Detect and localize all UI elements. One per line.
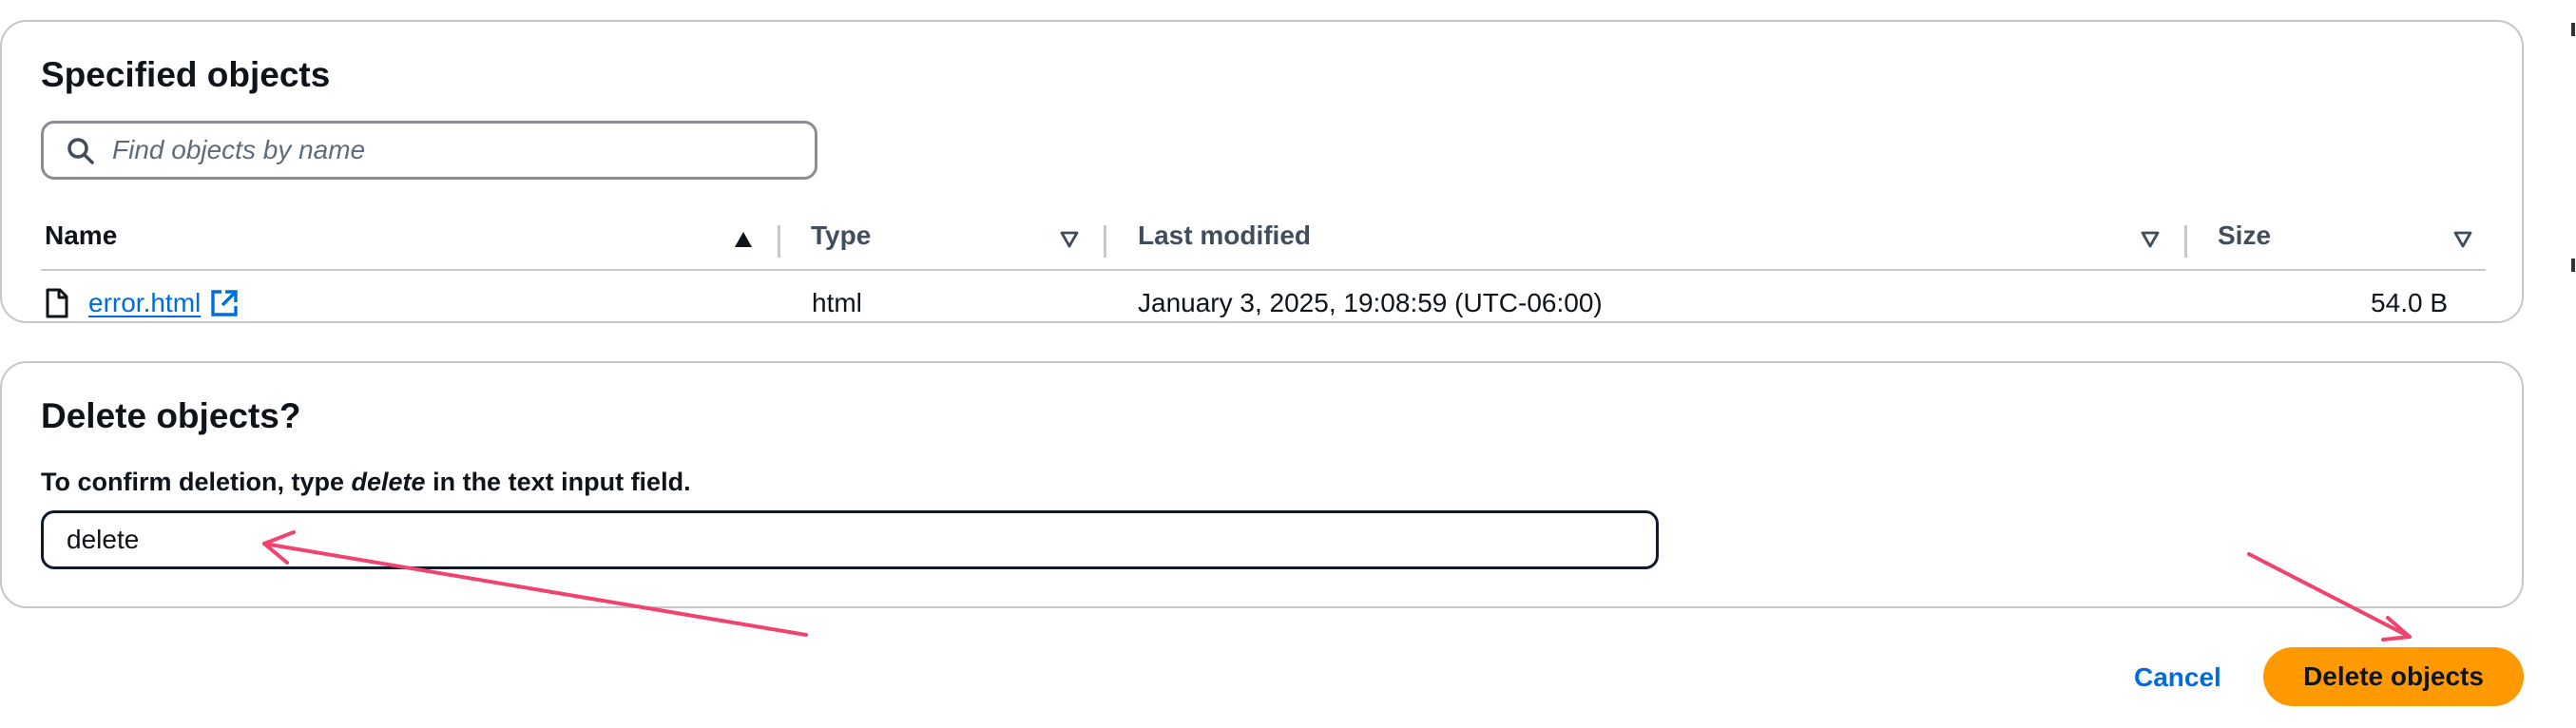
external-link-icon[interactable] <box>210 289 239 317</box>
sort-ascending-icon[interactable] <box>734 231 753 248</box>
column-header-label: Size <box>2218 220 2272 250</box>
edge-mark <box>2571 259 2575 272</box>
search-icon <box>67 138 94 164</box>
last-modified-cell: January 3, 2025, 19:08:59 (UTC-06:00) <box>1138 288 1603 317</box>
object-link[interactable]: error.html <box>88 288 201 318</box>
table-row: error.html html January 3, 2025, 19:08:5… <box>41 273 2486 334</box>
table-header: Name Type Last modified Size <box>41 202 2486 271</box>
column-divider[interactable] <box>2184 225 2187 258</box>
cancel-button[interactable]: Cancel <box>2115 656 2240 699</box>
column-divider[interactable] <box>778 225 780 258</box>
panel-title: Specified objects <box>41 55 331 94</box>
confirm-label: To confirm deletion, type delete in the … <box>41 468 691 497</box>
confirm-delete-input[interactable] <box>41 510 1659 569</box>
column-divider[interactable] <box>1104 225 1106 258</box>
sort-descending-icon[interactable] <box>1060 231 1079 248</box>
panel-title: Delete objects? <box>41 396 301 435</box>
size-cell: 54.0 B <box>2371 288 2448 317</box>
sort-descending-icon[interactable] <box>2453 231 2472 248</box>
column-header-label: Type <box>811 220 872 250</box>
confirm-label-suffix: in the text input field. <box>425 468 691 496</box>
column-header-last-modified[interactable]: Last modified <box>1138 202 1311 269</box>
type-cell: html <box>812 288 862 317</box>
sort-descending-icon[interactable] <box>2141 231 2160 248</box>
confirm-label-prefix: To confirm deletion, type <box>41 468 352 496</box>
column-header-label: Name <box>45 220 118 250</box>
page: Specified objects Name Type <box>0 0 2576 728</box>
specified-objects-panel: Specified objects Name Type <box>0 20 2524 323</box>
column-header-type[interactable]: Type <box>811 202 871 269</box>
column-header-size[interactable]: Size <box>2218 202 2271 269</box>
column-header-label: Last modified <box>1138 220 1312 250</box>
search-input[interactable] <box>112 124 797 177</box>
column-header-name[interactable]: Name <box>45 202 117 269</box>
name-cell: error.html <box>45 273 239 334</box>
edge-mark <box>2571 23 2575 36</box>
search-box[interactable] <box>41 121 817 180</box>
delete-objects-button[interactable]: Delete objects <box>2263 647 2524 706</box>
delete-objects-panel: Delete objects? To confirm deletion, typ… <box>0 361 2524 608</box>
confirm-keyword: delete <box>351 468 426 496</box>
file-icon <box>46 288 68 318</box>
